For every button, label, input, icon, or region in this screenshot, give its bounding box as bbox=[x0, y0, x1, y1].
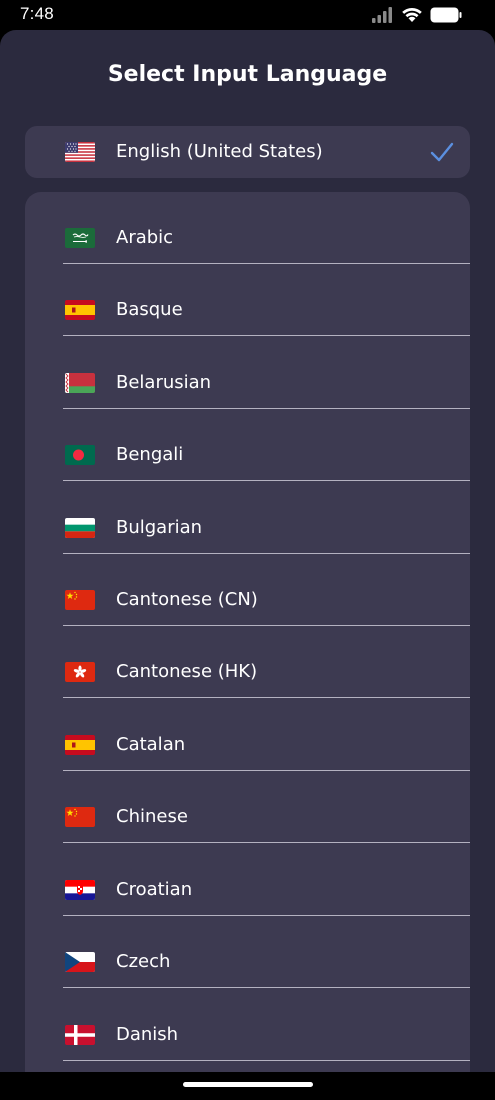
language-item-basque[interactable]: Basque bbox=[25, 264, 470, 336]
language-list: Arabic Basque Belarusian Bengali Bulgari… bbox=[25, 192, 470, 1072]
language-item-cantonese-cn[interactable]: Cantonese (CN) bbox=[25, 554, 470, 626]
belarus-flag-icon bbox=[65, 373, 95, 393]
language-label: Basque bbox=[116, 299, 183, 320]
language-label: Cantonese (CN) bbox=[116, 589, 258, 610]
spain-flag-icon bbox=[65, 300, 95, 320]
language-item-czech[interactable]: Czech bbox=[25, 916, 470, 988]
language-item-bengali[interactable]: Bengali bbox=[25, 409, 470, 481]
bulgaria-flag-icon bbox=[65, 518, 95, 538]
language-label: Belarusian bbox=[116, 372, 212, 393]
language-label: Danish bbox=[116, 1024, 179, 1045]
sheet-title: Select Input Language bbox=[107, 62, 388, 87]
battery-icon bbox=[430, 7, 462, 23]
bangladesh-flag-icon bbox=[65, 445, 95, 465]
language-item-cantonese-hk[interactable]: Cantonese (HK) bbox=[25, 626, 470, 698]
czech-flag-icon bbox=[65, 952, 95, 972]
language-item-belarusian[interactable]: Belarusian bbox=[25, 337, 470, 409]
us-flag-icon bbox=[65, 142, 95, 162]
row-divider bbox=[63, 1060, 470, 1061]
language-item-chinese[interactable]: Chinese bbox=[25, 771, 470, 843]
language-label: Croatian bbox=[116, 879, 193, 900]
language-item-croatian[interactable]: Croatian bbox=[25, 844, 470, 916]
language-label: Catalan bbox=[116, 734, 186, 755]
language-item-bulgarian[interactable]: Bulgarian bbox=[25, 482, 470, 554]
row-divider bbox=[63, 697, 470, 698]
checkmark-icon bbox=[430, 142, 454, 162]
row-divider bbox=[63, 335, 470, 336]
language-item-catalan[interactable]: Catalan bbox=[25, 699, 470, 771]
croatia-flag-icon bbox=[65, 880, 95, 900]
status-time: 7:48 bbox=[20, 4, 54, 23]
selected-language-row[interactable]: English (United States) bbox=[25, 126, 470, 178]
spain-flag-icon bbox=[65, 735, 95, 755]
row-divider bbox=[63, 480, 470, 481]
screen: 7:48 Select Input Language English (Unit… bbox=[0, 0, 495, 1100]
language-label: Cantonese (HK) bbox=[116, 661, 258, 682]
language-label: Bulgarian bbox=[116, 517, 203, 538]
language-item-arabic[interactable]: Arabic bbox=[25, 192, 470, 264]
row-divider bbox=[63, 842, 470, 843]
denmark-flag-icon bbox=[65, 1025, 95, 1045]
row-divider bbox=[63, 987, 470, 988]
cellular-signal-icon bbox=[372, 7, 392, 23]
language-label: Czech bbox=[116, 951, 171, 972]
status-icons bbox=[372, 6, 462, 24]
china-flag-icon bbox=[65, 807, 95, 827]
language-label: Bengali bbox=[116, 444, 184, 465]
language-sheet: Select Input Language English (United St… bbox=[0, 30, 495, 1072]
home-indicator[interactable] bbox=[183, 1082, 313, 1087]
language-label: Chinese bbox=[116, 806, 188, 827]
navigation-bar bbox=[0, 1072, 495, 1100]
language-item-danish[interactable]: Danish bbox=[25, 989, 470, 1061]
status-bar: 7:48 bbox=[0, 0, 495, 30]
language-label: Arabic bbox=[116, 227, 174, 248]
saudi-arabia-flag-icon bbox=[65, 228, 95, 248]
wifi-icon bbox=[402, 8, 422, 22]
china-flag-icon bbox=[65, 590, 95, 610]
hong-kong-flag-icon bbox=[65, 662, 95, 682]
selected-language-label: English (United States) bbox=[116, 141, 323, 162]
